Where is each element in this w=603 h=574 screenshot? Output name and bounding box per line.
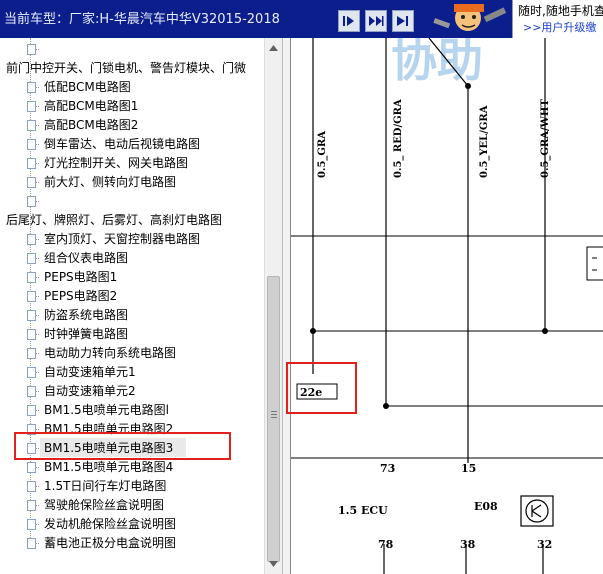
grip-line	[271, 411, 277, 412]
document-icon	[27, 253, 36, 264]
tree-item[interactable]: 高配BCM电路图2	[44, 116, 138, 135]
document-icon	[27, 405, 36, 416]
pin-number: 15	[461, 462, 476, 475]
fast-forward-button[interactable]	[365, 10, 387, 32]
tree-item[interactable]: 驾驶舱保险丝盒说明图	[44, 496, 164, 515]
watermark-text: 协助	[391, 38, 483, 87]
tree-item[interactable]: 蓄电池正极分电盒说明图	[44, 534, 176, 553]
arrow-up-icon	[269, 44, 278, 51]
tree-item[interactable]: 高配BCM电路图1	[44, 97, 138, 116]
document-icon	[27, 519, 36, 530]
top-bar: 当前车型：厂家:H-华晨汽车中华V32015-2018 随时,随地手机查 >>用…	[0, 0, 603, 38]
tree-item[interactable]: BM1.5电喷单元电路图l	[44, 401, 169, 420]
document-icon	[27, 196, 36, 207]
arrow-down-icon	[269, 560, 278, 567]
diagram-tree: 前门中控开关、门锁电机、警告灯模块、门微 低配BCM电路图 高配BCM电路图1 高配B…	[0, 38, 264, 574]
grip-line	[271, 417, 277, 418]
tree-item[interactable]: 时钟弹簧电路图	[44, 325, 128, 344]
tree-item[interactable]: 低配BCM电路图	[44, 78, 131, 97]
tree-item[interactable]: PEPS电路图1	[44, 268, 117, 287]
component-label: E08	[474, 500, 498, 513]
pin-number: 38	[460, 538, 476, 551]
wire-label: 0.5_ RED/GRA	[393, 99, 404, 178]
document-icon	[27, 462, 36, 473]
ad-line-1: 随时,随地手机查	[518, 4, 603, 18]
tree-item[interactable]: 1.5T日间行车灯电路图	[44, 477, 166, 496]
document-icon	[27, 101, 36, 112]
wire-label: 0.5_GRA	[317, 131, 328, 178]
highlight-box	[286, 362, 357, 414]
tree-item[interactable]: 电动助力转向系统电路图	[44, 344, 176, 363]
document-icon	[27, 44, 36, 55]
tree-item[interactable]: 倒车雷达、电动后视镜电路图	[44, 135, 200, 154]
tree-item[interactable]: 室内顶灯、天窗控制器电路图	[44, 230, 200, 249]
wiring-diagram: 协助 0.5_GRA 0.5_ RED/GRA 0.5_YEL/GRA 0.5_…	[291, 38, 603, 574]
document-icon	[27, 481, 36, 492]
tree-item[interactable]: 防盗系统电路图	[44, 306, 128, 325]
diagram-canvas: 协助 0.5_GRA 0.5_ RED/GRA 0.5_YEL/GRA 0.5_…	[291, 38, 603, 574]
scroll-thumb[interactable]	[267, 276, 280, 562]
next-page-button[interactable]	[338, 10, 360, 32]
document-icon	[27, 329, 36, 340]
panel-splitter[interactable]	[282, 38, 291, 574]
document-icon	[27, 310, 36, 321]
tree-group-label[interactable]: 前门中控开关、门锁电机、警告灯模块、门微	[6, 59, 246, 78]
scroll-up-button[interactable]	[267, 41, 280, 54]
skip-end-icon	[397, 16, 408, 26]
last-page-button[interactable]	[392, 10, 414, 32]
document-icon	[27, 158, 36, 169]
document-icon	[27, 386, 36, 397]
document-icon	[27, 538, 36, 549]
wire-label: 0.5_YEL/GRA	[479, 105, 490, 178]
highlight-box	[14, 432, 231, 460]
wire-label: 0.5_GRA/WHT	[540, 99, 551, 178]
fast-forward-icon	[369, 16, 384, 26]
document-icon	[27, 177, 36, 188]
tree-item[interactable]: 自动变速箱单元2	[44, 382, 136, 401]
tree-item[interactable]: 前大灯、侧转向灯电路图	[44, 173, 176, 192]
pin-number: 78	[378, 538, 394, 551]
document-icon	[27, 500, 36, 511]
document-icon	[27, 367, 36, 378]
upgrade-link[interactable]: >>用户升级缴	[523, 19, 596, 35]
tree-item[interactable]: 组合仪表电路图	[44, 249, 128, 268]
tree-scrollbar[interactable]	[264, 38, 282, 574]
document-icon	[27, 291, 36, 302]
document-icon	[27, 348, 36, 359]
pin-number: 73	[380, 462, 395, 475]
document-icon	[27, 272, 36, 283]
tree-item[interactable]: PEPS电路图2	[44, 287, 117, 306]
grip-line	[271, 414, 277, 415]
document-icon	[27, 82, 36, 93]
scroll-down-button[interactable]	[267, 557, 280, 570]
pin-number: 32	[537, 538, 552, 551]
play-icon	[343, 16, 354, 26]
document-icon	[27, 234, 36, 245]
ecu-label: 1.5 ECU	[338, 504, 388, 517]
tree-group-label[interactable]: 后尾灯、牌照灯、后雾灯、高刹灯电路图	[6, 211, 222, 230]
document-icon	[27, 120, 36, 131]
tree-item[interactable]: BM1.5电喷单元电路图4	[44, 458, 173, 477]
tree-item[interactable]: 发动机舱保险丝盒说明图	[44, 515, 176, 534]
ad-banner[interactable]: 随时,随地手机查 >>用户升级缴	[512, 0, 603, 38]
mascot-logo-icon	[430, 0, 512, 38]
vehicle-title: 当前车型：厂家:H-华晨汽车中华V32015-2018	[4, 12, 280, 27]
tree-item[interactable]: 灯光控制开关、网关电路图	[44, 154, 188, 173]
tree-item[interactable]: 自动变速箱单元1	[44, 363, 136, 382]
document-icon	[27, 139, 36, 150]
